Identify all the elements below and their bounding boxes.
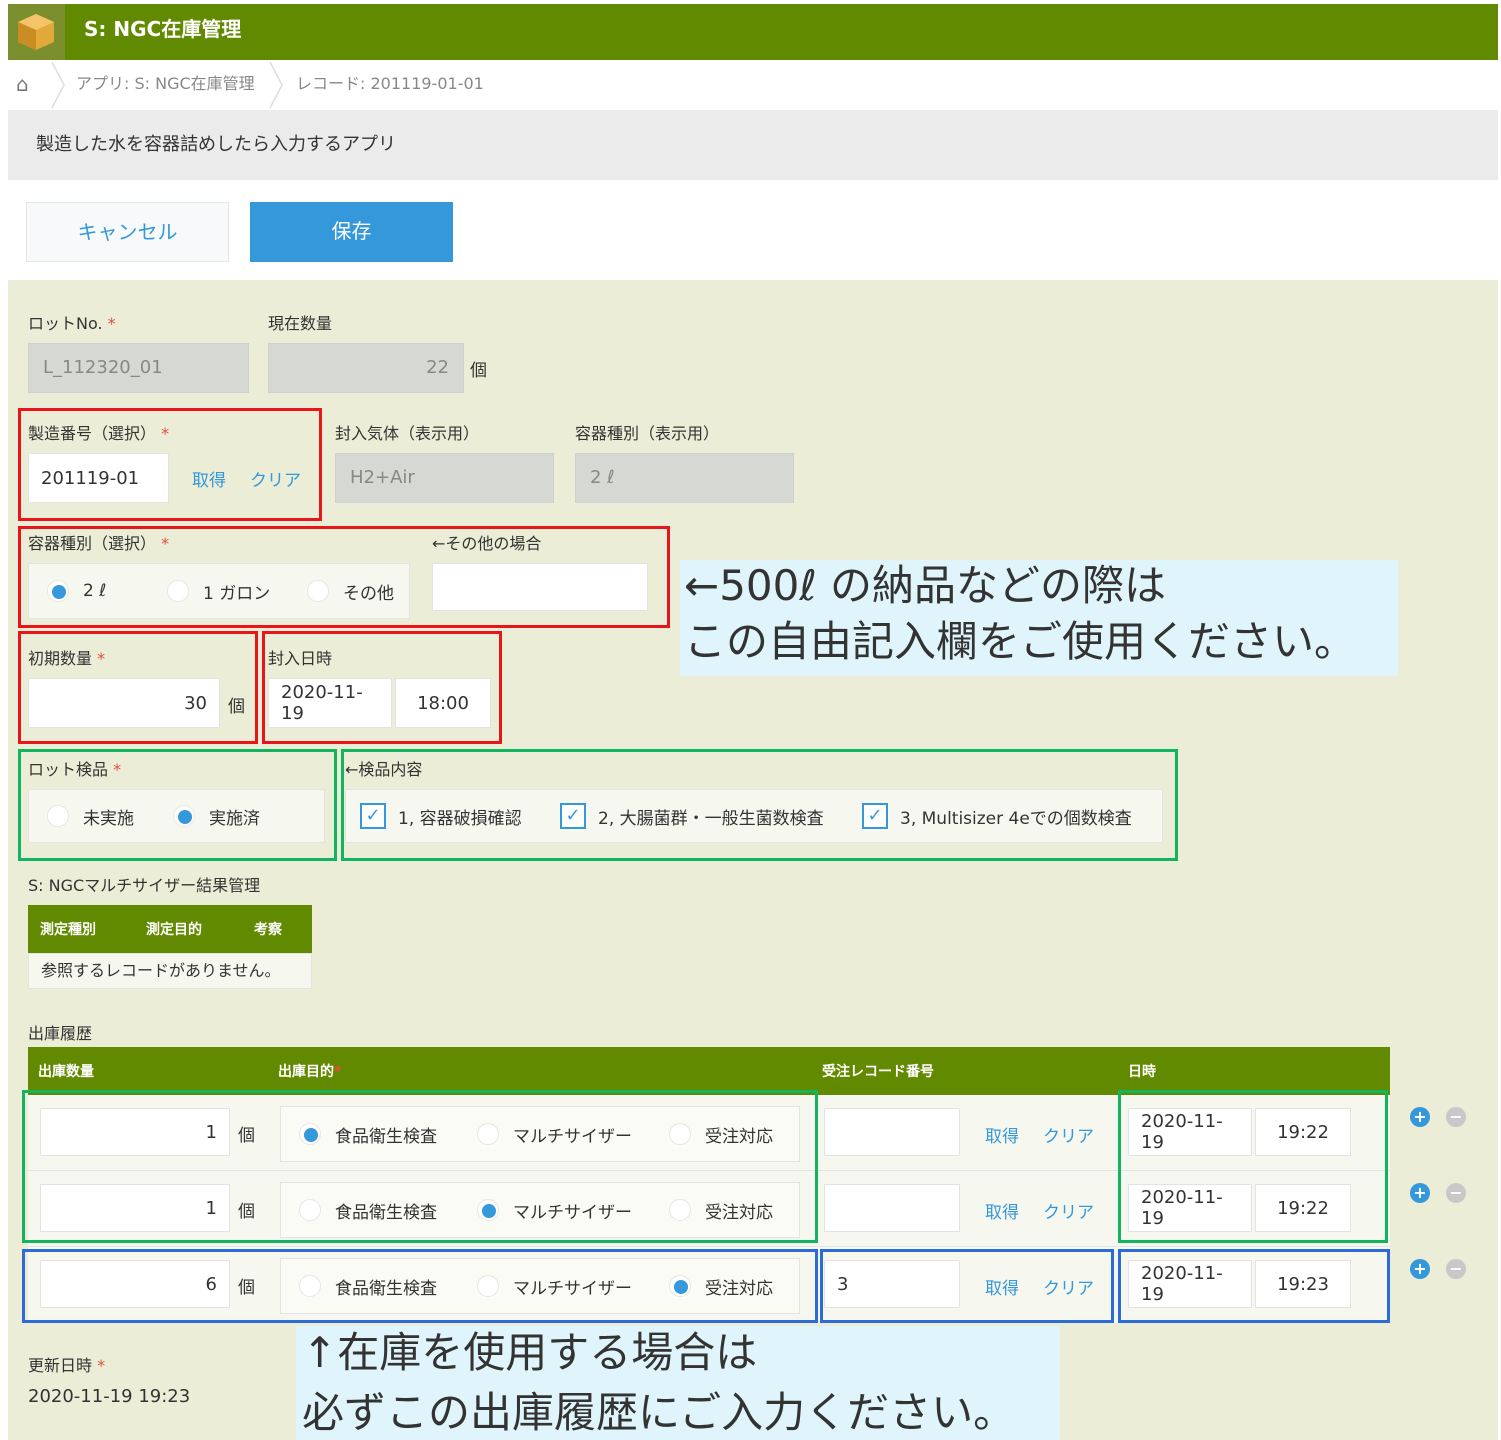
current-qty-unit: 個: [470, 361, 487, 381]
breadcrumb-app[interactable]: アプリ: S: NGC在庫管理: [76, 60, 255, 110]
col-order-no: 受注レコード番号: [822, 1064, 934, 1080]
toolbar: [8, 180, 1498, 280]
container-display-field: 2 ℓ: [575, 453, 794, 503]
remove-row-icon[interactable]: −: [1446, 1183, 1466, 1203]
updated-label: 更新日時 *: [28, 1356, 106, 1375]
app-title[interactable]: S: NGC在庫管理: [84, 4, 241, 60]
highlight-row3-order: [820, 1249, 1114, 1323]
highlight-row3-datetime: [1118, 1249, 1390, 1323]
breadcrumb-record: レコード: 201119-01-01: [296, 74, 484, 93]
updated-value: 2020-11-19 19:23: [28, 1386, 191, 1407]
lot-no-label: ロットNo. *: [28, 314, 116, 333]
highlight-ship-rows-datetime: [1118, 1090, 1388, 1243]
multisizer-table-header: 測定種別 測定目的 考察: [28, 905, 312, 953]
current-qty-field: 22: [268, 343, 464, 393]
highlight-ship-rows-left: [22, 1090, 818, 1243]
highlight-lot-inspection: [18, 749, 337, 861]
box-icon: [18, 14, 54, 50]
remove-row-icon[interactable]: −: [1446, 1259, 1466, 1279]
current-qty-label: 現在数量: [268, 314, 333, 333]
add-row-icon[interactable]: +: [1410, 1259, 1430, 1279]
col-ship-qty: 出庫数量: [38, 1064, 94, 1080]
add-row-icon[interactable]: +: [1410, 1107, 1430, 1127]
col-ship-purpose: 出庫目的*: [278, 1064, 342, 1080]
col-consideration: 考察: [254, 922, 282, 938]
note-freeform-line2: この自由記入欄をご使用ください。: [684, 617, 1357, 666]
highlight-container: [18, 526, 670, 628]
note-shipping-line2: 必ずこの出庫履歴にご入力ください。: [302, 1388, 1016, 1437]
remove-row-icon[interactable]: −: [1446, 1107, 1466, 1127]
order-clear-link[interactable]: クリア: [1043, 1122, 1094, 1147]
order-no-input[interactable]: [824, 1184, 960, 1232]
app-logo: [8, 4, 65, 60]
cancel-button[interactable]: キャンセル: [26, 202, 229, 262]
order-no-input[interactable]: [824, 1108, 960, 1156]
col-measure-type: 測定種別: [40, 922, 96, 938]
col-datetime: 日時: [1128, 1064, 1156, 1080]
note-freeform: ←500ℓ の納品などの際は この自由記入欄をご使用ください。: [680, 560, 1398, 676]
shipping-table-header: 出庫数量 出庫目的* 受注レコード番号 日時: [28, 1047, 1390, 1095]
home-icon[interactable]: ⌂: [16, 72, 29, 96]
order-clear-link[interactable]: クリア: [1043, 1198, 1094, 1223]
breadcrumb-separator-icon: [51, 61, 65, 109]
note-shipping-line1: ↑在庫を使用する場合は: [302, 1328, 758, 1377]
add-row-icon[interactable]: +: [1410, 1183, 1430, 1203]
container-display-label: 容器種別（表示用）: [575, 424, 720, 443]
note-shipping: ↑在庫を使用する場合は 必ずこの出庫履歴にご入力ください。: [296, 1326, 1060, 1440]
highlight-seal-datetime: [262, 631, 502, 744]
breadcrumb-separator-icon: [269, 61, 283, 109]
gas-label: 封入気体（表示用）: [335, 424, 480, 443]
app-description: 製造した水を容器詰めしたら入力するアプリ: [36, 134, 396, 155]
order-get-link[interactable]: 取得: [985, 1122, 1019, 1147]
col-measure-purpose: 測定目的: [146, 922, 202, 938]
note-freeform-line1: ←500ℓ の納品などの際は: [684, 561, 1167, 610]
shipping-label: 出庫履歴: [28, 1024, 93, 1043]
highlight-row3-left: [22, 1249, 818, 1323]
highlight-mfg-no: [18, 408, 322, 521]
save-button[interactable]: 保存: [250, 202, 453, 262]
multisizer-label: S: NGCマルチサイザー結果管理: [28, 876, 261, 895]
gas-field: H2+Air: [335, 453, 554, 503]
highlight-inspection-content: [341, 749, 1178, 861]
order-get-link[interactable]: 取得: [985, 1198, 1019, 1223]
multisizer-empty-message: 参照するレコードがありません。: [28, 953, 312, 989]
lot-no-field: L_112320_01: [28, 343, 249, 393]
highlight-initial-qty: [18, 631, 258, 744]
